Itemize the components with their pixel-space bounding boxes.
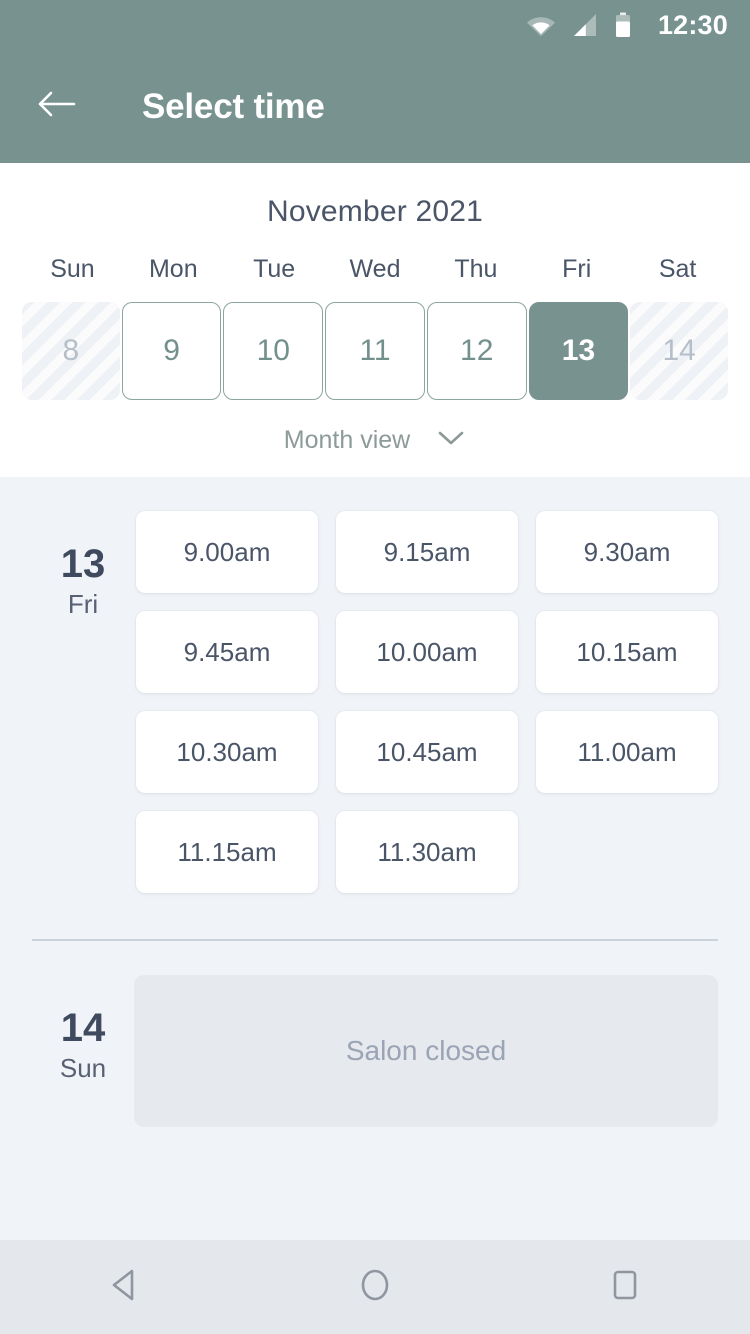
weekday-label: Tue — [253, 255, 296, 283]
time-slot-button[interactable]: 10.15am — [536, 611, 718, 693]
battery-icon — [614, 12, 632, 38]
back-triangle-icon — [108, 1267, 142, 1308]
nav-back-button[interactable] — [70, 1240, 180, 1334]
schedule-scroll-area[interactable]: 13 Fri 9.00am 9.15am 9.30am 9.45am 10.00am 10.1… — [0, 477, 750, 1240]
calendar-day-cell[interactable]: 11 — [325, 302, 425, 400]
schedule-day-number: 14 — [60, 1005, 106, 1050]
schedule-day-label: 14 Sun — [32, 975, 134, 1127]
schedule-day-weekday: Fri — [67, 589, 99, 619]
calendar-day-cell[interactable]: 9 — [121, 302, 222, 400]
calendar-day-row: 8 9 10 11 12 13 14 — [0, 284, 750, 400]
select-time-screen: 12:30 Select time November 2021 Sun Mon … — [0, 0, 750, 1334]
status-bar-icons: 12:30 — [526, 10, 728, 41]
time-slot-button[interactable]: 9.30am — [536, 511, 718, 593]
schedule-day-label: 13 Fri — [32, 511, 134, 893]
nav-home-button[interactable] — [320, 1240, 430, 1334]
month-view-toggle[interactable]: Month view — [0, 400, 750, 455]
time-slot-button[interactable]: 11.30am — [336, 811, 518, 893]
calendar-day-cell[interactable]: 10 — [223, 302, 324, 400]
schedule-day-block: 13 Fri 9.00am 9.15am 9.30am 9.45am 10.00am 10.1… — [0, 477, 750, 893]
calendar-day-cell[interactable]: 13 — [528, 302, 629, 400]
calendar-day-cell: 8 — [22, 302, 120, 400]
page-title: Select time — [142, 86, 325, 126]
weekday-label: Fri — [562, 255, 592, 283]
schedule-day-block: 14 Sun Salon closed — [0, 941, 750, 1127]
status-bar: 12:30 — [0, 0, 750, 50]
weekday-label: Sun — [50, 255, 95, 283]
calendar-day-cell[interactable]: 12 — [426, 302, 527, 400]
calendar-panel: November 2021 Sun Mon Tue Wed Thu Fri Sa… — [0, 163, 750, 477]
time-slot-button[interactable]: 10.45am — [336, 711, 518, 793]
time-slot-button[interactable]: 9.45am — [136, 611, 318, 693]
calendar-day-cell: 14 — [630, 302, 729, 400]
time-slot-button[interactable]: 9.00am — [136, 511, 318, 593]
salon-closed-card: Salon closed — [134, 974, 718, 1127]
time-slot-button[interactable]: 10.30am — [136, 711, 318, 793]
time-slot-button[interactable]: 9.15am — [336, 511, 518, 593]
time-slot-grid: 9.00am 9.15am 9.30am 9.45am 10.00am 10.15am 10… — [134, 511, 718, 893]
month-view-toggle-label: Month view — [283, 426, 411, 454]
time-slot-button[interactable]: 11.00am — [536, 711, 718, 793]
android-nav-bar — [0, 1240, 750, 1334]
schedule-day-weekday: Sun — [59, 1052, 107, 1083]
app-bar: Select time — [0, 50, 750, 163]
time-slot-button[interactable]: 11.15am — [136, 811, 318, 893]
back-arrow-icon — [37, 89, 77, 124]
wifi-icon — [526, 13, 556, 37]
calendar-weekday-header: Sun Mon Tue Wed Thu Fri Sat — [0, 229, 750, 284]
back-button[interactable] — [34, 84, 80, 130]
cellular-signal-icon — [572, 13, 598, 37]
weekday-label: Mon — [148, 255, 198, 283]
weekday-label: Sat — [658, 255, 697, 283]
schedule-day-number: 13 — [60, 542, 106, 586]
time-slot-button[interactable]: 10.00am — [336, 611, 518, 693]
status-bar-clock: 12:30 — [657, 9, 728, 40]
chevron-down-icon — [436, 429, 466, 452]
weekday-label: Wed — [349, 255, 401, 283]
calendar-month-label: November 2021 — [266, 195, 484, 228]
recents-square-icon — [608, 1267, 642, 1308]
home-circle-icon — [357, 1266, 393, 1309]
weekday-label: Thu — [454, 255, 498, 283]
nav-recents-button[interactable] — [570, 1240, 680, 1334]
